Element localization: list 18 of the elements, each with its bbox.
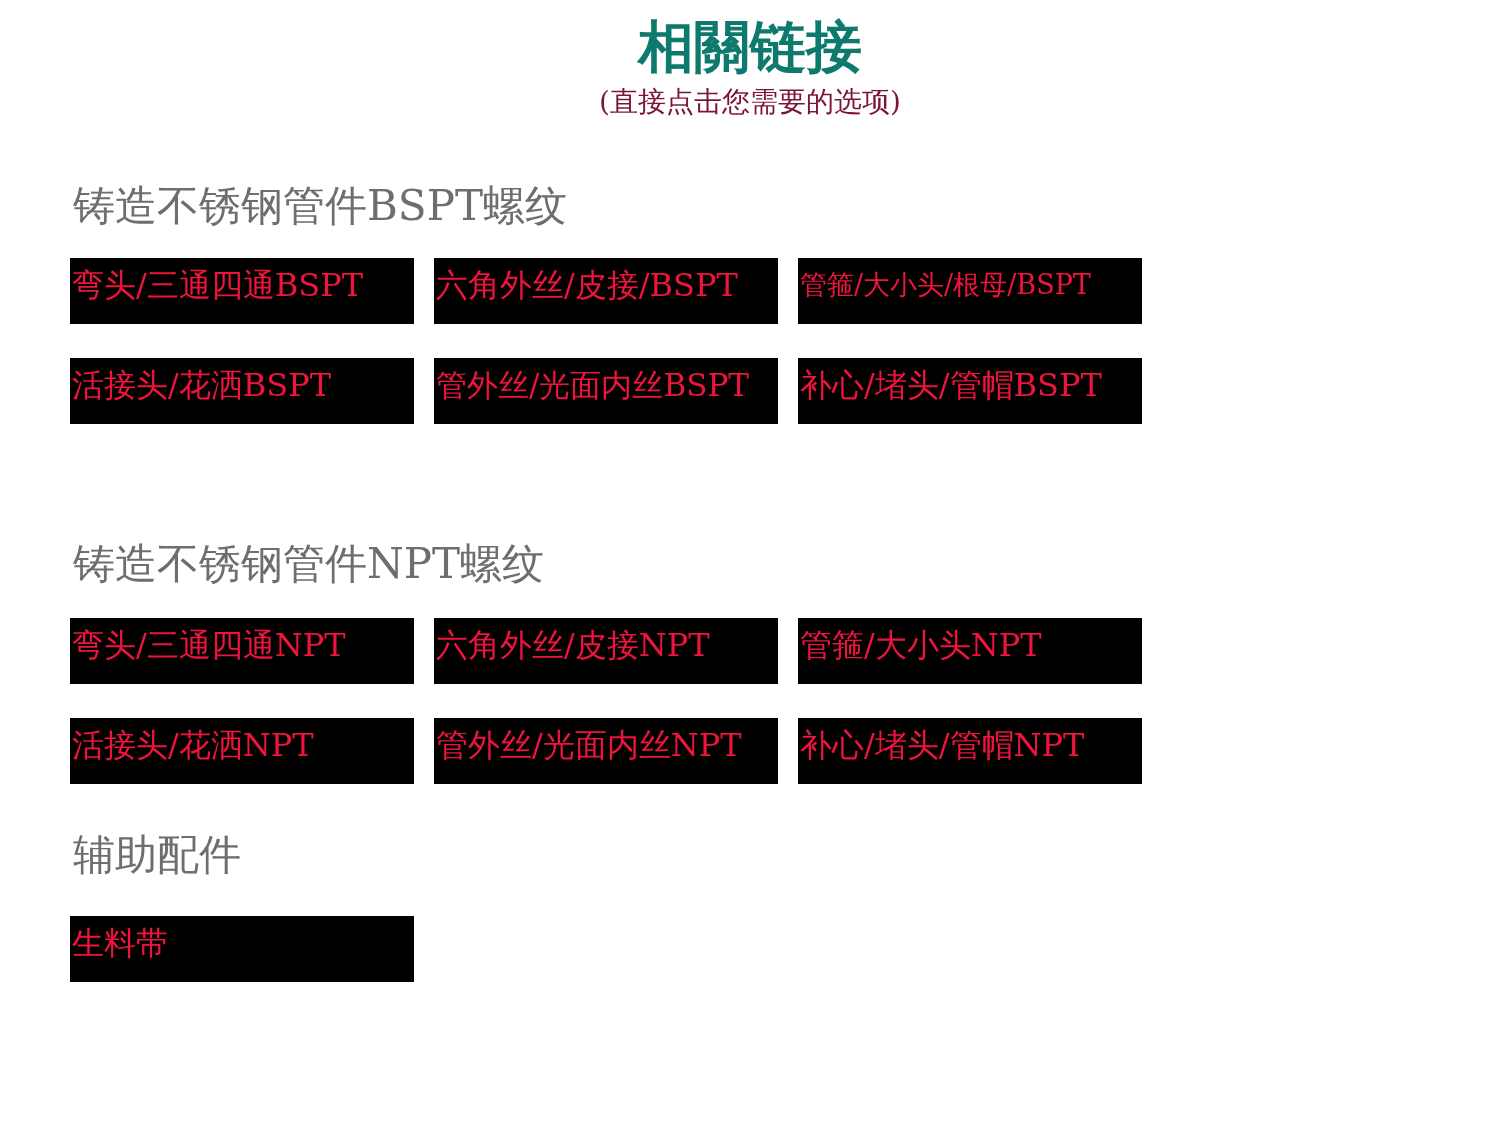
link-button[interactable]: 活接头/花洒BSPT [70, 358, 414, 424]
link-button[interactable]: 弯头/三通四通BSPT [70, 258, 414, 324]
link-button[interactable]: 管箍/大小头/根母/BSPT [798, 258, 1142, 324]
link-button[interactable]: 六角外丝/皮接/BSPT [434, 258, 778, 324]
link-button[interactable]: 活接头/花洒NPT [70, 718, 414, 784]
link-button[interactable]: 管外丝/光面内丝BSPT [434, 358, 778, 424]
link-button[interactable]: 管外丝/光面内丝NPT [434, 718, 778, 784]
section-heading: 辅助配件 [72, 830, 241, 880]
link-button[interactable]: 生料带 [70, 916, 414, 982]
page-title: 相關链接 [638, 14, 862, 80]
page-subtitle: (直接点击您需要的选项) [599, 84, 901, 120]
section-heading: 铸造不锈钢管件NPT螺纹 [72, 539, 545, 589]
section-heading: 铸造不锈钢管件BSPT螺纹 [72, 181, 567, 231]
link-button[interactable]: 弯头/三通四通NPT [70, 618, 414, 684]
link-button[interactable]: 补心/堵头/管帽NPT [798, 718, 1142, 784]
link-button[interactable]: 补心/堵头/管帽BSPT [798, 358, 1142, 424]
link-button[interactable]: 管箍/大小头NPT [798, 618, 1142, 684]
link-button[interactable]: 六角外丝/皮接NPT [434, 618, 778, 684]
